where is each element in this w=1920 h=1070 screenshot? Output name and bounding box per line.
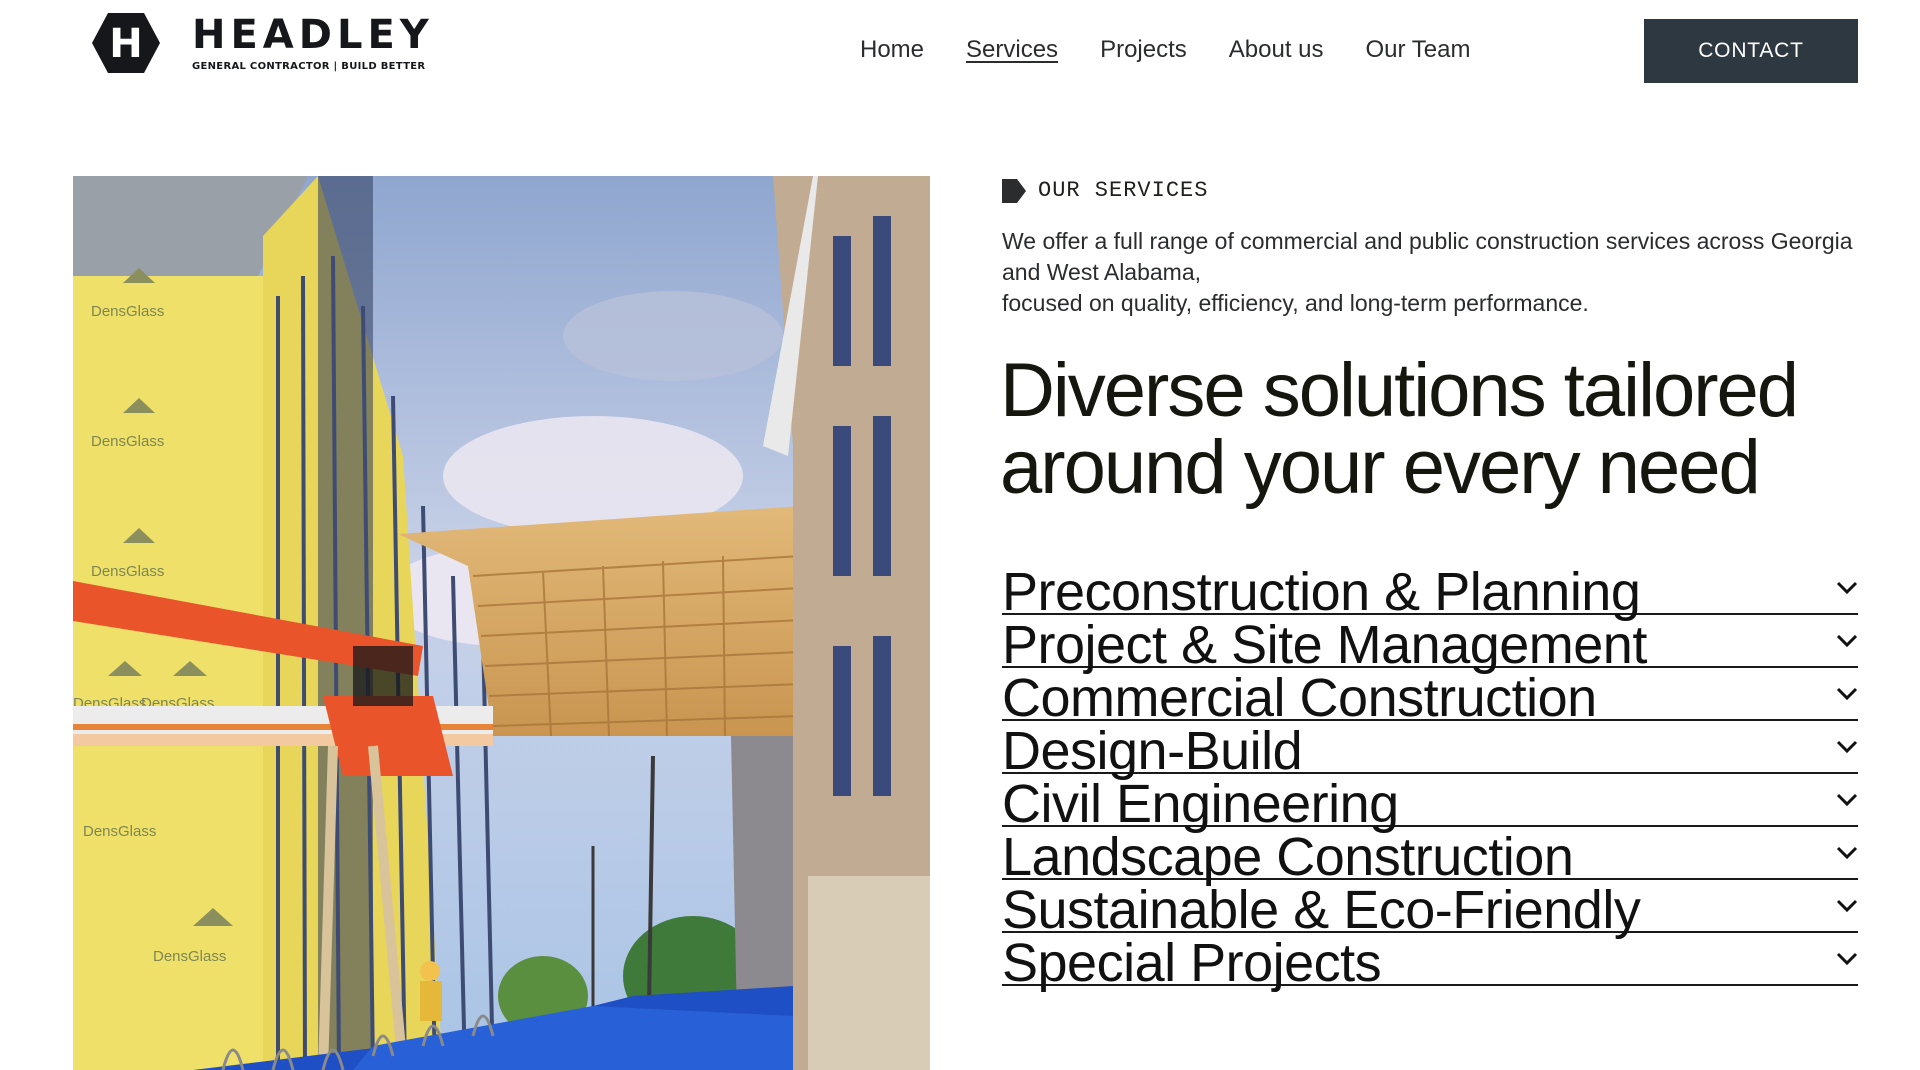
signage-text: DensGlass [153, 948, 226, 965]
accordion-item-design-build[interactable]: Design-Build [1002, 724, 1858, 778]
brand-logo[interactable]: H HEADLEY GENERAL CONTRACTOR | BUILD BET… [90, 11, 434, 75]
signage-text: DensGlass [91, 563, 164, 580]
brand-tagline: GENERAL CONTRACTOR | BUILD BETTER [192, 60, 426, 72]
nav-item-our-team[interactable]: Our Team [1366, 36, 1471, 64]
intro-text-line-2: focused on quality, efficiency, and long… [1002, 290, 1589, 316]
brand-wordmark: HEADLEY GENERAL CONTRACTOR | BUILD BETTE… [192, 15, 434, 72]
accordion-item-label: Special Projects [1002, 933, 1382, 993]
accordion-item-civil-engineering[interactable]: Civil Engineering [1002, 777, 1858, 831]
construction-site-photo: DensGlass DensGlass DensGlass DensGlass … [73, 176, 930, 1070]
accordion-item-commercial-construction[interactable]: Commercial Construction [1002, 671, 1858, 725]
accordion-item-label: Landscape Construction [1002, 827, 1574, 887]
chevron-down-icon[interactable] [1836, 581, 1858, 595]
signage-text: DensGlass [83, 823, 156, 840]
brand-name: HEADLEY [192, 11, 434, 58]
chevron-down-icon[interactable] [1836, 634, 1858, 648]
photo-illustration: DensGlass DensGlass DensGlass DensGlass … [73, 176, 930, 1070]
accordion-item-label: Commercial Construction [1002, 668, 1597, 728]
section-intro: We offer a full range of commercial and … [1002, 226, 1882, 319]
main-nav: Home Services Projects About us Our Team [860, 36, 1470, 64]
accordion-item-label: Sustainable & Eco-Friendly [1002, 880, 1641, 940]
chevron-down-icon[interactable] [1836, 740, 1858, 754]
accordion-item-label: Civil Engineering [1002, 774, 1399, 834]
accordion-item-landscape-construction[interactable]: Landscape Construction [1002, 830, 1858, 884]
services-accordion: Preconstruction & Planning Project & Sit… [1002, 565, 1858, 990]
section-eyebrow: OUR SERVICES [1002, 178, 1208, 203]
nav-item-projects[interactable]: Projects [1100, 36, 1187, 64]
eyebrow-label: OUR SERVICES [1038, 178, 1209, 203]
chevron-down-icon[interactable] [1836, 952, 1858, 966]
chevron-down-icon[interactable] [1836, 687, 1858, 701]
accordion-item-label: Preconstruction & Planning [1002, 562, 1641, 622]
headline-line-1: Diverse solutions tailored [1000, 348, 1799, 433]
nav-item-home[interactable]: Home [860, 36, 924, 64]
section-headline: Diverse solutions tailored around your e… [1000, 352, 1900, 506]
accordion-item-preconstruction-planning[interactable]: Preconstruction & Planning [1002, 565, 1858, 619]
contact-button[interactable]: CONTACT [1644, 19, 1858, 83]
nav-item-about-us[interactable]: About us [1229, 36, 1324, 64]
accordion-item-project-site-management[interactable]: Project & Site Management [1002, 618, 1858, 672]
logo-mark-letter: H [109, 21, 142, 67]
accordion-item-sustainable-eco-friendly[interactable]: Sustainable & Eco-Friendly [1002, 883, 1858, 937]
intro-text-line-1: We offer a full range of commercial and … [1002, 228, 1853, 285]
chevron-down-icon[interactable] [1836, 899, 1858, 913]
chevron-down-icon[interactable] [1836, 793, 1858, 807]
headline-line-2: around your every need [1000, 425, 1761, 510]
accordion-item-label: Project & Site Management [1002, 615, 1647, 675]
accordion-item-special-projects[interactable]: Special Projects [1002, 936, 1858, 990]
nav-item-services[interactable]: Services [966, 36, 1058, 64]
signage-text: DensGlass [91, 433, 164, 450]
signage-text: DensGlass [91, 303, 164, 320]
chevron-down-icon[interactable] [1836, 846, 1858, 860]
accordion-item-label: Design-Build [1002, 721, 1303, 781]
tag-arrow-icon [1002, 178, 1026, 203]
hexagon-logo-icon: H [92, 13, 160, 73]
